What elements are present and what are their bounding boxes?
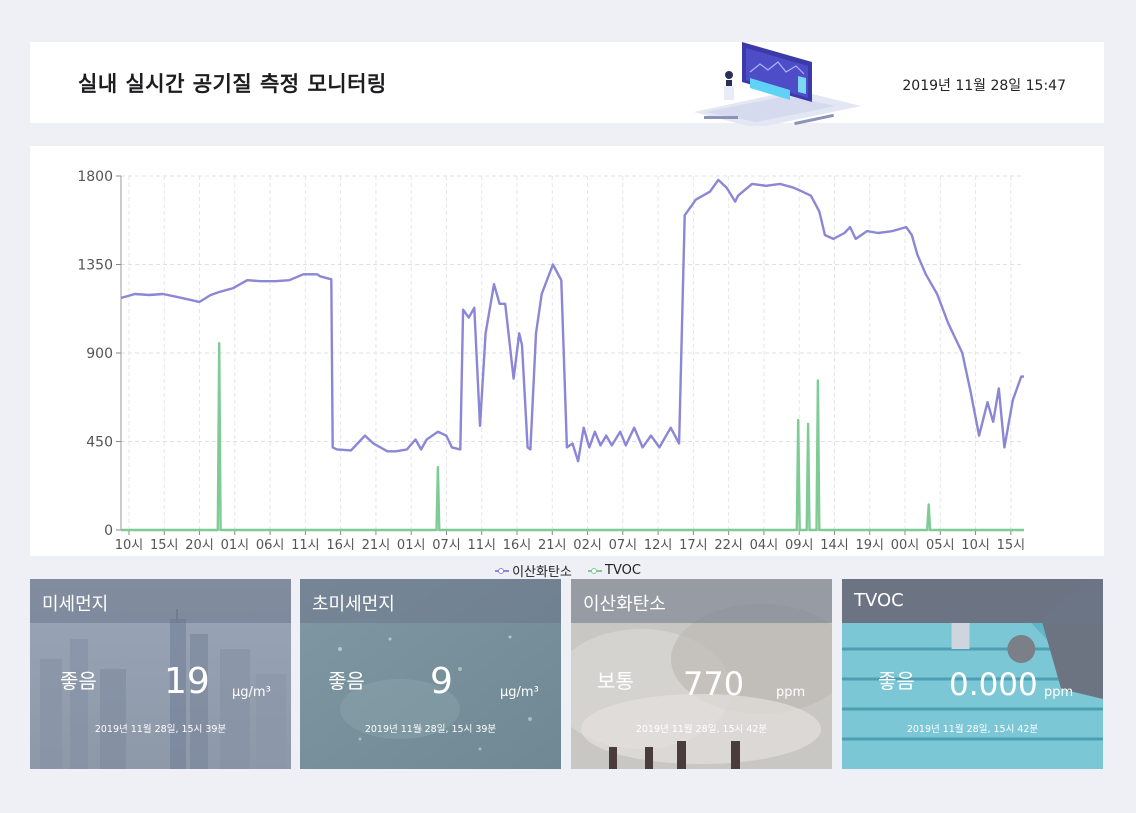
x-tick-label: 07시	[432, 538, 461, 553]
x-tick-label: 15시	[150, 538, 179, 553]
x-tick-label: 02시	[573, 538, 602, 553]
status-label: 좋음	[328, 669, 365, 693]
y-tick-label: 1800	[77, 169, 113, 185]
x-tick-label: 19시	[855, 538, 884, 553]
x-tick-label: 07시	[609, 538, 638, 553]
card-title: TVOC	[854, 590, 904, 611]
x-tick-label: 14시	[820, 538, 849, 553]
y-tick-label: 450	[86, 435, 113, 451]
chart-legend: 이산화탄소 TVOC	[0, 561, 1136, 580]
unit-label: μg/m³	[232, 685, 271, 700]
status-label: 좋음	[878, 669, 915, 693]
legend-item-tvoc[interactable]: TVOC	[588, 563, 641, 578]
measured-time: 2019년 11월 28일, 15시 39분	[94, 724, 227, 735]
x-tick-label: 16시	[503, 538, 532, 553]
x-tick-label: 21시	[538, 538, 567, 553]
current-datetime: 2019년 11월 28일 15:47	[902, 78, 1066, 94]
x-tick-label: 11시	[467, 538, 496, 553]
series-line-tvoc	[121, 341, 1024, 532]
measurement-value: 770	[683, 665, 745, 703]
x-tick-label: 17시	[679, 538, 708, 553]
x-tick-label: 10시	[115, 538, 144, 553]
series-line-co2	[120, 178, 1024, 463]
x-tick-label: 00시	[891, 538, 920, 553]
unit-label: ppm	[1044, 685, 1074, 700]
measured-time: 2019년 11월 28일, 15시 42분	[906, 724, 1039, 735]
card-title: 미세먼지	[42, 594, 109, 615]
x-tick-label: 16시	[326, 538, 355, 553]
unit-label: μg/m³	[500, 685, 539, 700]
x-tick-label: 10시	[961, 538, 990, 553]
x-tick-label: 22시	[714, 538, 743, 553]
measured-time: 2019년 11월 28일, 15시 42분	[635, 724, 768, 735]
card-tvoc: TVOC 좋음 0.000 ppm 2019년 11월 28일, 15시 42분	[842, 579, 1103, 769]
x-tick-label: 01시	[221, 538, 250, 553]
x-tick-label: 06시	[256, 538, 285, 553]
card-pm10: 미세먼지 좋음 19 μg/m³ 2019년 11월 28일, 15시 39분	[30, 579, 291, 769]
x-tick-label: 15시	[997, 538, 1026, 553]
x-tick-label: 21시	[362, 538, 391, 553]
y-tick-label: 0	[104, 523, 113, 539]
x-tick-label: 11시	[291, 538, 320, 553]
measurement-value: 9	[430, 661, 453, 702]
chart-panel: 0 450 900 1350 1800 10시 15시 20시 01시 06시 11시 16시 21시 0…	[30, 146, 1104, 556]
header-bar: 실내 실시간 공기질 측정 모니터링 2019년 11월 28일 15:47	[30, 42, 1104, 126]
measured-time: 2019년 11월 28일, 15시 39분	[364, 724, 497, 735]
y-tick-label: 1350	[77, 258, 113, 274]
status-label: 좋음	[60, 669, 97, 693]
x-tick-label: 01시	[397, 538, 426, 553]
measurement-value: 19	[164, 661, 210, 702]
legend-line-icon	[588, 567, 603, 575]
measurement-value: 0.000	[949, 667, 1038, 703]
line-chart: 0 450 900 1350 1800 10시 15시 20시 01시 06시 11시 16시 21시 0…	[77, 169, 1026, 553]
unit-label: ppm	[776, 685, 806, 700]
monitor-illustration	[694, 42, 861, 126]
x-tick-label: 05시	[926, 538, 955, 553]
legend-label: TVOC	[605, 563, 641, 578]
card-pm25: 초미세먼지 좋음 9 μg/m³ 2019년 11월 28일, 15시 39분	[300, 579, 561, 769]
card-title: 이산화탄소	[583, 594, 666, 615]
x-tick-label: 20시	[185, 538, 214, 553]
legend-item-co2[interactable]: 이산화탄소	[495, 561, 572, 580]
x-tick-label: 04시	[750, 538, 779, 553]
legend-label: 이산화탄소	[512, 565, 572, 580]
x-tick-label: 12시	[644, 538, 673, 553]
card-co2: 이산화탄소 보통 770 ppm 2019년 11월 28일, 15시 42분	[571, 579, 832, 769]
y-tick-label: 900	[86, 346, 113, 362]
status-label: 보통	[597, 669, 634, 693]
x-tick-label: 09시	[785, 538, 814, 553]
page-title: 실내 실시간 공기질 측정 모니터링	[78, 72, 387, 96]
card-title: 초미세먼지	[312, 594, 395, 615]
legend-line-icon	[495, 567, 510, 575]
